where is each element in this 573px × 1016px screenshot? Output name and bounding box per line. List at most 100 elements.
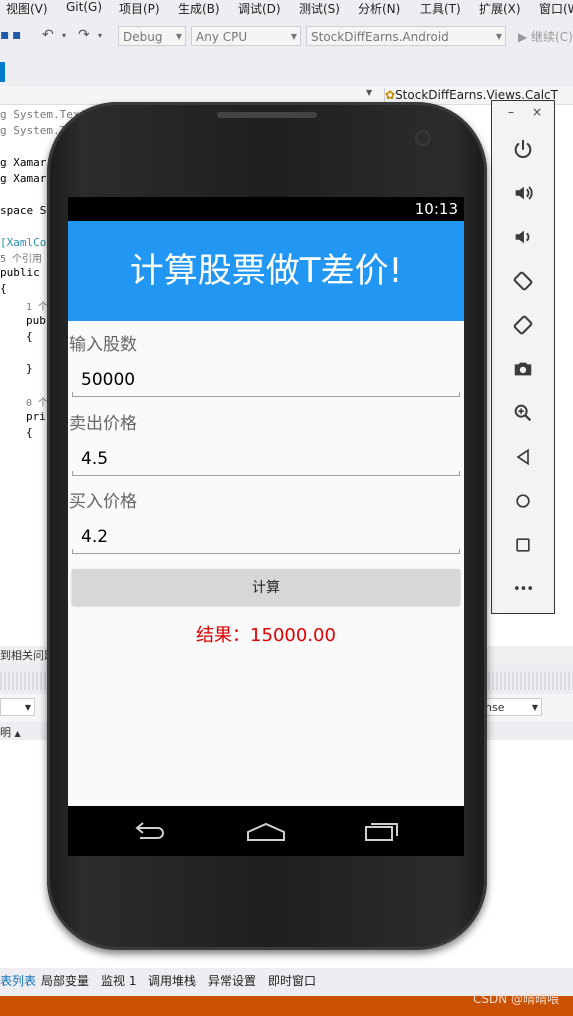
recents-icon	[365, 823, 398, 841]
tab-locals[interactable]: 局部变量	[41, 972, 89, 989]
zoom-button[interactable]	[507, 397, 539, 429]
chevron-down-icon: ▼	[175, 32, 182, 41]
code-line: public	[0, 266, 40, 279]
chevron-down-icon: ▼	[24, 703, 31, 712]
tab-exception-settings[interactable]: 异常设置	[208, 972, 256, 989]
undo-dropdown-icon[interactable]: ▾	[62, 31, 66, 40]
shares-label: 输入股数	[69, 335, 137, 355]
volume-up-icon	[515, 186, 533, 200]
sell-price-field[interactable]	[72, 444, 460, 478]
panel-column-label: 明	[0, 726, 11, 739]
shares-input[interactable]	[72, 365, 460, 395]
back-icon	[516, 448, 529, 466]
page-title: 计算股票做T差价!	[129, 251, 403, 291]
code-lens[interactable]: 5 个引用	[0, 250, 42, 265]
buy-price-field[interactable]	[72, 522, 460, 556]
front-camera	[417, 132, 429, 144]
app-header: 计算股票做T差价!	[68, 221, 464, 321]
rotate-right-button[interactable]	[507, 309, 539, 341]
code-line: space S	[0, 204, 47, 217]
platform-value: Any CPU	[196, 30, 248, 44]
rotate-left-icon	[513, 271, 533, 291]
bottom-tool-tabs: 表列表 局部变量 监视 1 调用堆栈 异常设置 即时窗口	[0, 968, 573, 992]
menu-debug[interactable]: 调试(D)	[238, 0, 281, 17]
sell-price-label: 卖出价格	[69, 414, 137, 434]
input-underline	[72, 396, 460, 397]
menu-project[interactable]: 项目(P)	[119, 0, 160, 17]
android-status-bar: 10:13	[68, 197, 464, 221]
calculate-button[interactable]: 计算	[72, 569, 460, 605]
more-icon: •••	[512, 581, 534, 597]
chevron-down-icon: ▼	[495, 32, 502, 41]
nav-recents-button[interactable]	[362, 816, 402, 846]
status-time: 10:13	[414, 200, 458, 218]
zoom-icon	[514, 404, 532, 422]
continue-button[interactable]: ▶ 继续(C)	[518, 28, 573, 45]
emulator-toolbar: – × •••	[491, 100, 555, 614]
device-screen: 10:13 计算股票做T差价! 输入股数 卖出价格 买入价格 计算 结果：150…	[68, 197, 464, 856]
power-button[interactable]	[507, 133, 539, 165]
menu-test[interactable]: 测试(S)	[299, 0, 340, 17]
sell-price-input[interactable]	[72, 444, 460, 474]
close-button[interactable]: ×	[532, 105, 542, 119]
redo-icon[interactable]: ↷	[78, 27, 90, 43]
shares-field[interactable]	[72, 365, 460, 399]
menu-analyze[interactable]: 分析(N)	[358, 0, 400, 17]
redo-dropdown-icon[interactable]: ▾	[98, 31, 102, 40]
buy-price-label: 买入价格	[69, 492, 137, 512]
volume-up-button[interactable]	[507, 177, 539, 209]
minimize-button[interactable]: –	[508, 105, 514, 119]
startup-project-value: StockDiffEarns.Android	[311, 30, 449, 44]
panel-scope-select[interactable]: nse ▼	[480, 698, 542, 716]
menu-git[interactable]: Git(G)	[66, 0, 102, 14]
rotate-left-button[interactable]	[507, 265, 539, 297]
code-line: }	[26, 362, 33, 375]
menu-extensions[interactable]: 扩展(X)	[479, 0, 521, 17]
code-line: {	[0, 282, 7, 295]
tab-immediate-window[interactable]: 即时窗口	[268, 972, 316, 989]
nav-home-button[interactable]	[245, 816, 285, 846]
startup-project-select[interactable]: StockDiffEarns.Android ▼	[306, 26, 506, 46]
menu-tools[interactable]: 工具(T)	[420, 0, 461, 17]
menu-build[interactable]: 生成(B)	[178, 0, 220, 17]
code-line: {	[26, 426, 33, 439]
undo-icon[interactable]: ↶	[42, 27, 54, 43]
panel-column-header[interactable]: 明 ▲	[0, 724, 21, 740]
more-button[interactable]: •••	[507, 573, 539, 605]
buy-price-input[interactable]	[72, 522, 460, 552]
tab-breakpoints[interactable]: 表列表	[0, 972, 36, 989]
input-underline-tick	[72, 549, 73, 554]
toolbar: ▪ ▪ ↶ ▾ ↷ ▾ Debug ▼ Any CPU ▼ StockDiffEar…	[0, 18, 573, 58]
configuration-select[interactable]: Debug ▼	[118, 26, 186, 46]
menu-window[interactable]: 窗口(W)	[539, 0, 573, 17]
nav-back-button[interactable]	[130, 816, 170, 846]
power-icon	[514, 139, 532, 158]
screenshot-button[interactable]	[507, 353, 539, 385]
code-line: pri	[26, 410, 46, 423]
class-icon: ✿	[385, 88, 396, 102]
watermark: CSDN @晴晴喂	[472, 992, 559, 1006]
menu-view[interactable]: 视图(V)	[6, 0, 48, 17]
chevron-down-icon[interactable]: ▼	[366, 88, 372, 97]
configuration-value: Debug	[123, 30, 163, 44]
input-underline-tick	[459, 392, 460, 397]
volume-down-button[interactable]	[507, 221, 539, 253]
chevron-down-icon: ▼	[290, 32, 297, 41]
overview-button[interactable]	[507, 529, 539, 561]
save-all-icon[interactable]: ▪	[12, 27, 22, 43]
platform-select[interactable]: Any CPU ▼	[191, 26, 301, 46]
tab-watch[interactable]: 监视 1	[101, 972, 136, 989]
home-button[interactable]	[507, 485, 539, 517]
code-line: [XamlCo	[0, 236, 47, 249]
tab-call-stack[interactable]: 调用堆栈	[148, 972, 196, 989]
back-button[interactable]	[507, 441, 539, 473]
sort-up-icon: ▲	[14, 729, 21, 738]
code-lens[interactable]: 0 个	[26, 394, 48, 409]
save-icon[interactable]: ▪	[0, 27, 10, 43]
input-underline-tick	[72, 471, 73, 476]
emulator-window-controls: – ×	[492, 105, 554, 121]
panel-filter-select[interactable]: ▼	[0, 698, 35, 716]
back-arrow-icon	[135, 822, 164, 839]
code-line: g Xamar	[0, 156, 47, 169]
code-lens[interactable]: 1 个	[26, 298, 48, 313]
